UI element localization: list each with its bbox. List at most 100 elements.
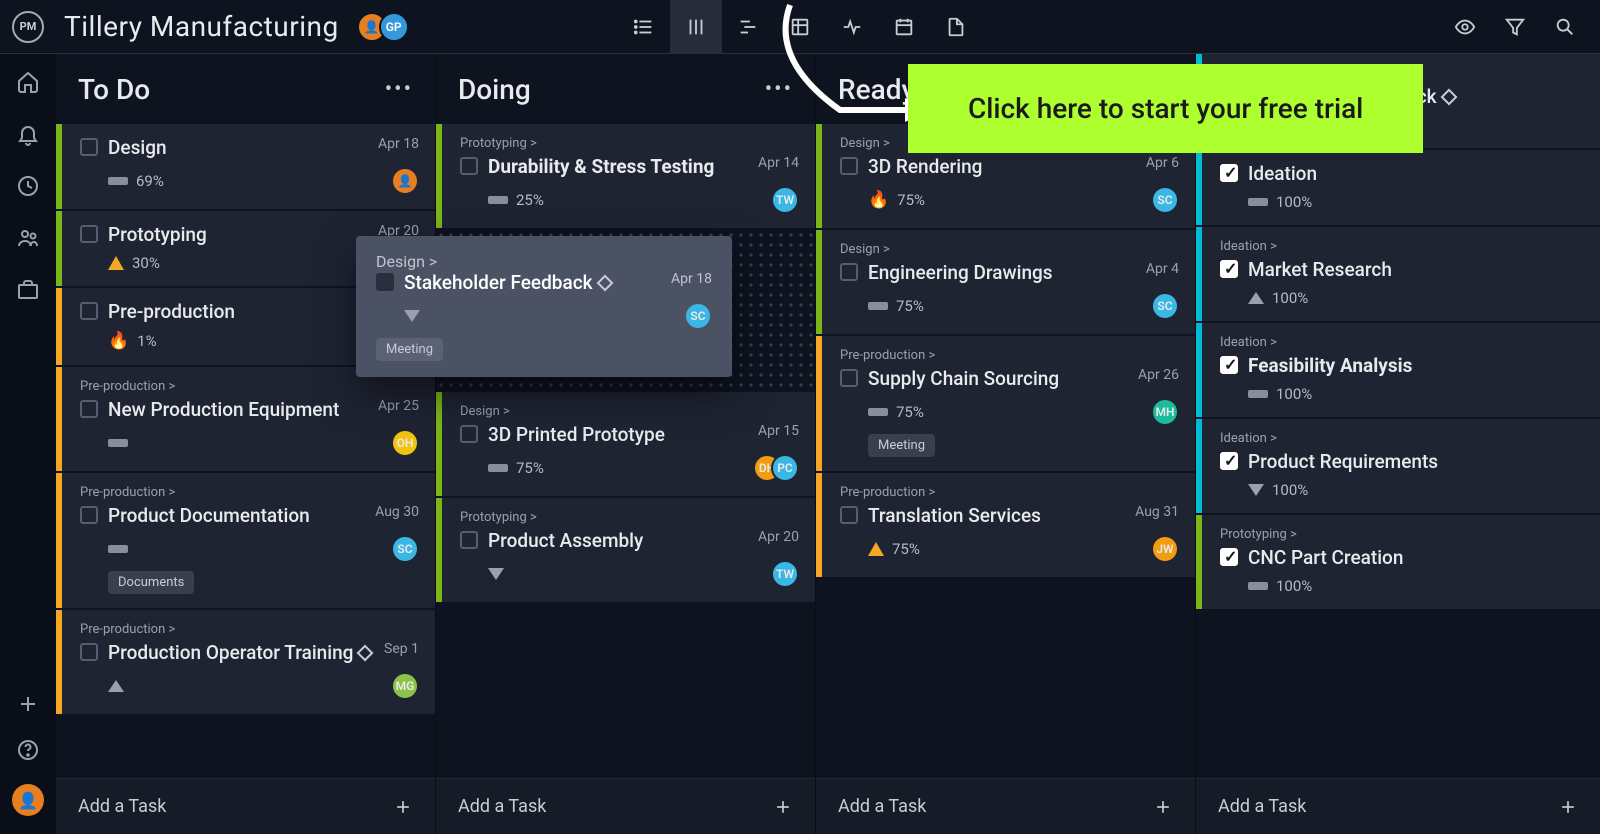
card-title: 3D Printed Prototype [488,423,748,446]
task-checkbox[interactable] [1220,452,1238,470]
task-checkbox[interactable] [840,506,858,524]
board-view-button[interactable] [670,0,722,54]
recent-icon[interactable] [16,174,40,198]
card-stripe [56,288,62,365]
app-logo[interactable]: PM [12,11,44,43]
eye-icon[interactable] [1454,16,1476,38]
task-checkbox[interactable] [840,369,858,387]
assignee-avatar[interactable]: MG [391,672,419,700]
task-checkbox[interactable] [460,425,478,443]
task-checkbox[interactable] [840,157,858,175]
task-card[interactable]: Pre-production >Production Operator Trai… [56,610,435,714]
task-checkbox[interactable] [460,531,478,549]
card-stripe [1196,515,1202,609]
team-icon[interactable] [16,226,40,250]
assignee-avatar[interactable]: JW [1151,535,1179,563]
add-icon[interactable] [16,692,40,716]
card-title: Production Operator Training [108,641,374,664]
assignee-avatar[interactable]: OH [391,429,419,457]
priority-down-icon [488,568,504,580]
filter-icon[interactable] [1504,16,1526,38]
task-checkbox[interactable] [1220,548,1238,566]
add-task-button[interactable]: Add a Task [1196,778,1600,834]
task-card[interactable]: Pre-production >New Production Equipment… [56,367,435,471]
task-checkbox[interactable] [80,225,98,243]
assignee-avatar[interactable]: PC [771,454,799,482]
card-stripe [816,473,822,577]
assignee-avatar[interactable]: SC [391,535,419,563]
dragging-card[interactable]: Design > Stakeholder Feedback Apr 18 SC … [356,236,732,377]
help-icon[interactable] [16,738,40,762]
add-task-button[interactable]: Add a Task [436,778,815,834]
column-menu-button[interactable]: ••• [385,77,413,102]
task-checkbox[interactable] [1220,164,1238,182]
task-checkbox[interactable] [1220,356,1238,374]
home-icon[interactable] [16,70,40,94]
priority-bar-icon [868,302,888,310]
card-stripe [56,124,62,209]
priority-up-icon [868,542,884,556]
avatar[interactable]: GP [379,12,409,42]
task-checkbox[interactable] [80,643,98,661]
card-title: Ideation [1248,162,1584,185]
cta-banner[interactable]: Click here to start your free trial [908,64,1423,153]
assignee-avatar[interactable]: SC [684,302,712,330]
card-date: Apr 20 [758,529,799,545]
card-breadcrumb: Prototyping > [460,136,799,151]
task-card[interactable]: Ideation >Product Requirements100% [1196,419,1600,513]
task-card[interactable]: Prototyping >Product AssemblyApr 20TW [436,498,815,602]
notifications-icon[interactable] [16,122,40,146]
assignee-avatar[interactable]: 👤 [391,167,419,195]
card-breadcrumb: Ideation > [1220,239,1584,254]
priority-bar-icon [108,177,128,185]
task-checkbox[interactable] [840,263,858,281]
project-members[interactable]: 👤 GP [357,12,409,42]
card-progress: 30% [132,254,160,272]
search-icon[interactable] [1554,16,1576,38]
card-title: Prototyping [108,223,368,246]
add-task-button[interactable]: Add a Task [816,778,1195,834]
add-task-label: Add a Task [1218,796,1306,817]
column-doing: Doing ••• Prototyping >Durability & Stre… [436,54,816,834]
task-checkbox[interactable] [80,506,98,524]
add-task-button[interactable]: Add a Task [56,778,435,834]
portfolio-icon[interactable] [16,278,40,302]
current-user-avatar[interactable]: 👤 [12,784,44,816]
task-card[interactable]: Design >3D Printed PrototypeApr 1575%DHP… [436,392,815,496]
card-title: Product Assembly [488,529,748,552]
priority-fire-icon: 🔥 [108,331,129,351]
task-card[interactable]: Prototyping >Durability & Stress Testing… [436,124,815,228]
task-checkbox[interactable] [80,400,98,418]
task-checkbox[interactable] [376,273,394,291]
task-card[interactable]: Prototyping >CNC Part Creation100% [1196,515,1600,609]
task-card[interactable]: Design >Engineering DrawingsApr 475%SC [816,230,1195,334]
task-checkbox[interactable] [80,138,98,156]
card-breadcrumb: Prototyping > [1220,527,1584,542]
task-card[interactable]: DesignApr 1869%👤 [56,124,435,209]
assignee-avatar[interactable]: SC [1151,292,1179,320]
task-checkbox[interactable] [1220,260,1238,278]
card-stripe [1196,323,1202,417]
card-title: Supply Chain Sourcing [868,367,1128,390]
card-stripe [436,124,442,228]
column-title: To Do [78,73,150,106]
list-view-button[interactable] [618,0,670,54]
task-card[interactable]: Pre-production >Product DocumentationAug… [56,473,435,608]
assignee-avatar[interactable]: MH [1151,398,1179,426]
task-card[interactable]: Pre-production >Supply Chain SourcingApr… [816,336,1195,471]
assignee-avatar[interactable]: SC [1151,186,1179,214]
card-stripe [816,336,822,471]
card-date: Apr 26 [1138,367,1179,383]
card-date: Apr 4 [1146,261,1179,277]
task-checkbox[interactable] [80,302,98,320]
task-card[interactable]: Ideation100% [1196,150,1600,225]
assignee-avatar[interactable]: TW [771,186,799,214]
assignee-avatar[interactable]: TW [771,560,799,588]
task-card[interactable]: Pre-production >Translation ServicesAug … [816,473,1195,577]
card-progress: 75% [892,540,920,558]
task-card[interactable]: Ideation >Market Research100% [1196,227,1600,321]
task-card[interactable]: Ideation >Feasibility Analysis100% [1196,323,1600,417]
task-checkbox[interactable] [460,157,478,175]
card-title: 3D Rendering [868,155,1136,178]
priority-up-icon [108,256,124,270]
